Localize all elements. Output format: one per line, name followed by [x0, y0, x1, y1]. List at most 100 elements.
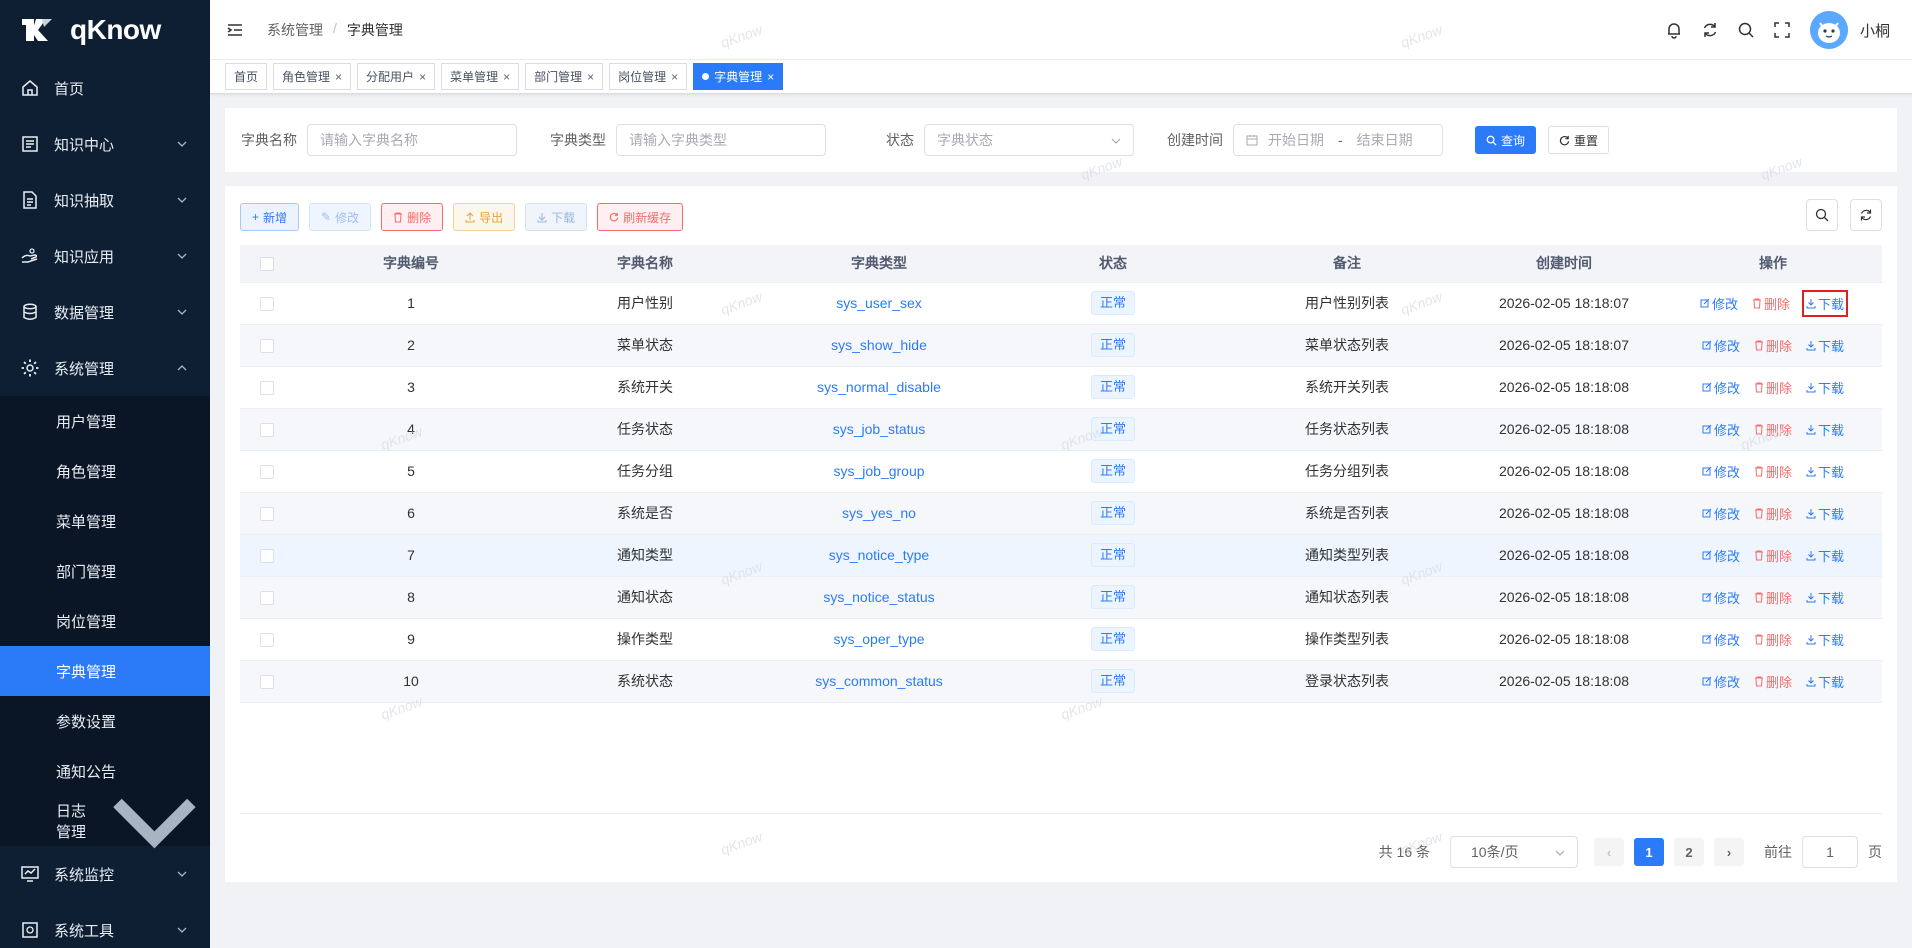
row-checkbox[interactable] — [260, 591, 274, 606]
column-header[interactable]: 字典名称 — [528, 245, 762, 283]
row-delete-button[interactable]: 删除 — [1752, 417, 1794, 442]
delete-button[interactable]: 删除 — [381, 203, 444, 231]
row-delete-button[interactable]: 删除 — [1752, 333, 1794, 358]
page-button-2[interactable]: 2 — [1674, 838, 1704, 866]
close-icon[interactable]: × — [767, 70, 774, 84]
row-checkbox[interactable] — [260, 549, 274, 564]
table-row[interactable]: 1 用户性别 sys_user_sex 正常 用户性别列表 2026-02-05… — [240, 282, 1882, 325]
close-icon[interactable]: × — [503, 70, 510, 84]
refresh-table-button[interactable] — [1850, 199, 1882, 231]
page-button-1[interactable]: 1 — [1634, 838, 1664, 866]
sidebar-item-3[interactable]: 知识应用 — [0, 228, 210, 284]
table-row[interactable]: 8 通知状态 sys_notice_status 正常 通知状态列表 2026-… — [240, 576, 1882, 619]
refresh-cache-button[interactable]: 刷新缓存 — [597, 203, 684, 231]
tag-1[interactable]: 角色管理 × — [273, 63, 352, 90]
row-checkbox[interactable] — [260, 465, 274, 480]
query-button[interactable]: 查询 — [1475, 126, 1537, 154]
row-checkbox[interactable] — [260, 339, 274, 354]
toggle-search-button[interactable] — [1806, 199, 1838, 231]
reset-button[interactable]: 重置 — [1548, 126, 1610, 154]
tag-3[interactable]: 菜单管理 × — [441, 63, 520, 90]
row-delete-button[interactable]: 删除 — [1752, 375, 1794, 400]
row-delete-button[interactable]: 删除 — [1752, 459, 1794, 484]
row-download-button[interactable]: 下载 — [1804, 333, 1846, 358]
collapse-menu-icon[interactable] — [225, 20, 245, 40]
close-icon[interactable]: × — [335, 70, 342, 84]
dict-type-link[interactable]: sys_notice_type — [829, 547, 929, 563]
row-edit-button[interactable]: 修改 — [1700, 543, 1742, 568]
row-edit-button[interactable]: 修改 — [1700, 669, 1742, 694]
row-download-button[interactable]: 下载 — [1804, 627, 1846, 652]
row-checkbox[interactable] — [260, 423, 274, 438]
goto-page-input[interactable]: 1 — [1802, 836, 1858, 868]
page-size-select[interactable]: 10条/页 — [1450, 836, 1578, 868]
export-button[interactable]: 导出 — [453, 203, 516, 231]
dict-type-link[interactable]: sys_job_status — [833, 421, 926, 437]
notification-bell-icon[interactable] — [1656, 12, 1692, 48]
table-row[interactable]: 9 操作类型 sys_oper_type 正常 操作类型列表 2026-02-0… — [240, 618, 1882, 661]
table-row[interactable]: 3 系统开关 sys_normal_disable 正常 系统开关列表 2026… — [240, 366, 1882, 409]
sidebar-subitem-0[interactable]: 用户管理 — [0, 396, 210, 446]
sidebar-subitem-2[interactable]: 菜单管理 — [0, 496, 210, 546]
fullscreen-icon[interactable] — [1764, 12, 1800, 48]
row-download-button[interactable]: 下载 — [1804, 669, 1846, 694]
row-checkbox[interactable] — [260, 507, 274, 522]
sidebar-item-4[interactable]: 数据管理 — [0, 284, 210, 340]
row-edit-button[interactable]: 修改 — [1700, 417, 1742, 442]
select-all-checkbox[interactable] — [260, 257, 274, 272]
tag-6[interactable]: 字典管理 × — [693, 63, 784, 90]
row-download-button[interactable]: 下载 — [1804, 375, 1846, 400]
close-icon[interactable]: × — [587, 70, 594, 84]
dict-type-link[interactable]: sys_show_hide — [831, 337, 927, 353]
sidebar-item-1[interactable]: 知识中心 — [0, 116, 210, 172]
row-checkbox[interactable] — [260, 633, 274, 648]
row-delete-button[interactable]: 删除 — [1752, 501, 1794, 526]
row-edit-button[interactable]: 修改 — [1700, 333, 1742, 358]
tag-0[interactable]: 首页 — [225, 63, 268, 90]
table-row[interactable]: 7 通知类型 sys_notice_type 正常 通知类型列表 2026-02… — [240, 534, 1882, 577]
table-row[interactable]: 10 系统状态 sys_common_status 正常 登录状态列表 2026… — [240, 660, 1882, 703]
sidebar-item-5[interactable]: 系统管理 — [0, 340, 210, 396]
row-delete-button[interactable]: 删除 — [1752, 585, 1794, 610]
sidebar-subitem-1[interactable]: 角色管理 — [0, 446, 210, 496]
row-download-button[interactable]: 下载 — [1804, 459, 1846, 484]
refresh-icon[interactable] — [1692, 12, 1728, 48]
sidebar-subitem-8[interactable]: 日志管理 — [0, 796, 210, 848]
table-row[interactable]: 5 任务分组 sys_job_group 正常 任务分组列表 2026-02-0… — [240, 450, 1882, 493]
dict-type-link[interactable]: sys_normal_disable — [817, 379, 941, 395]
row-download-button[interactable]: 下载 — [1804, 501, 1846, 526]
download-button[interactable]: 下载 — [525, 203, 588, 231]
row-edit-button[interactable]: 修改 — [1700, 501, 1742, 526]
dict-type-link[interactable]: sys_user_sex — [836, 295, 922, 311]
dict-type-input[interactable]: 请输入字典类型 — [616, 124, 826, 156]
edit-button[interactable]: ✎ 修改 — [309, 203, 372, 231]
column-header[interactable]: 状态 — [996, 245, 1230, 283]
dict-type-link[interactable]: sys_oper_type — [833, 631, 924, 647]
avatar[interactable] — [1809, 11, 1848, 49]
tag-5[interactable]: 岗位管理 × — [609, 63, 688, 90]
row-delete-button[interactable]: 删除 — [1752, 669, 1794, 694]
sidebar-subitem-6[interactable]: 参数设置 — [0, 696, 210, 746]
row-edit-button[interactable]: 修改 — [1700, 585, 1742, 610]
row-delete-button[interactable]: 删除 — [1752, 543, 1794, 568]
close-icon[interactable]: × — [419, 70, 426, 84]
logo[interactable]: qKnow — [0, 0, 210, 60]
dict-type-link[interactable]: sys_common_status — [815, 673, 943, 689]
row-checkbox[interactable] — [260, 381, 274, 396]
table-row[interactable]: 4 任务状态 sys_job_status 正常 任务状态列表 2026-02-… — [240, 408, 1882, 451]
sidebar-bottom-item-0[interactable]: 系统监控 — [0, 846, 210, 902]
row-download-button[interactable]: 下载 — [1802, 289, 1849, 317]
dict-type-link[interactable]: sys_yes_no — [842, 505, 916, 521]
row-edit-button[interactable]: 修改 — [1698, 291, 1740, 316]
add-button[interactable]: + 新增 — [240, 203, 300, 231]
sidebar-subitem-4[interactable]: 岗位管理 — [0, 596, 210, 646]
row-checkbox[interactable] — [260, 297, 274, 312]
date-range-picker[interactable]: 开始日期 - 结束日期 — [1233, 124, 1443, 156]
sidebar-subitem-3[interactable]: 部门管理 — [0, 546, 210, 596]
sidebar-subitem-5[interactable]: 字典管理 — [0, 646, 210, 696]
row-download-button[interactable]: 下载 — [1804, 585, 1846, 610]
column-header[interactable]: 备注 — [1230, 245, 1464, 283]
tag-2[interactable]: 分配用户 × — [357, 63, 436, 90]
column-header[interactable]: 创建时间 — [1464, 245, 1664, 283]
row-delete-button[interactable]: 删除 — [1750, 291, 1792, 316]
